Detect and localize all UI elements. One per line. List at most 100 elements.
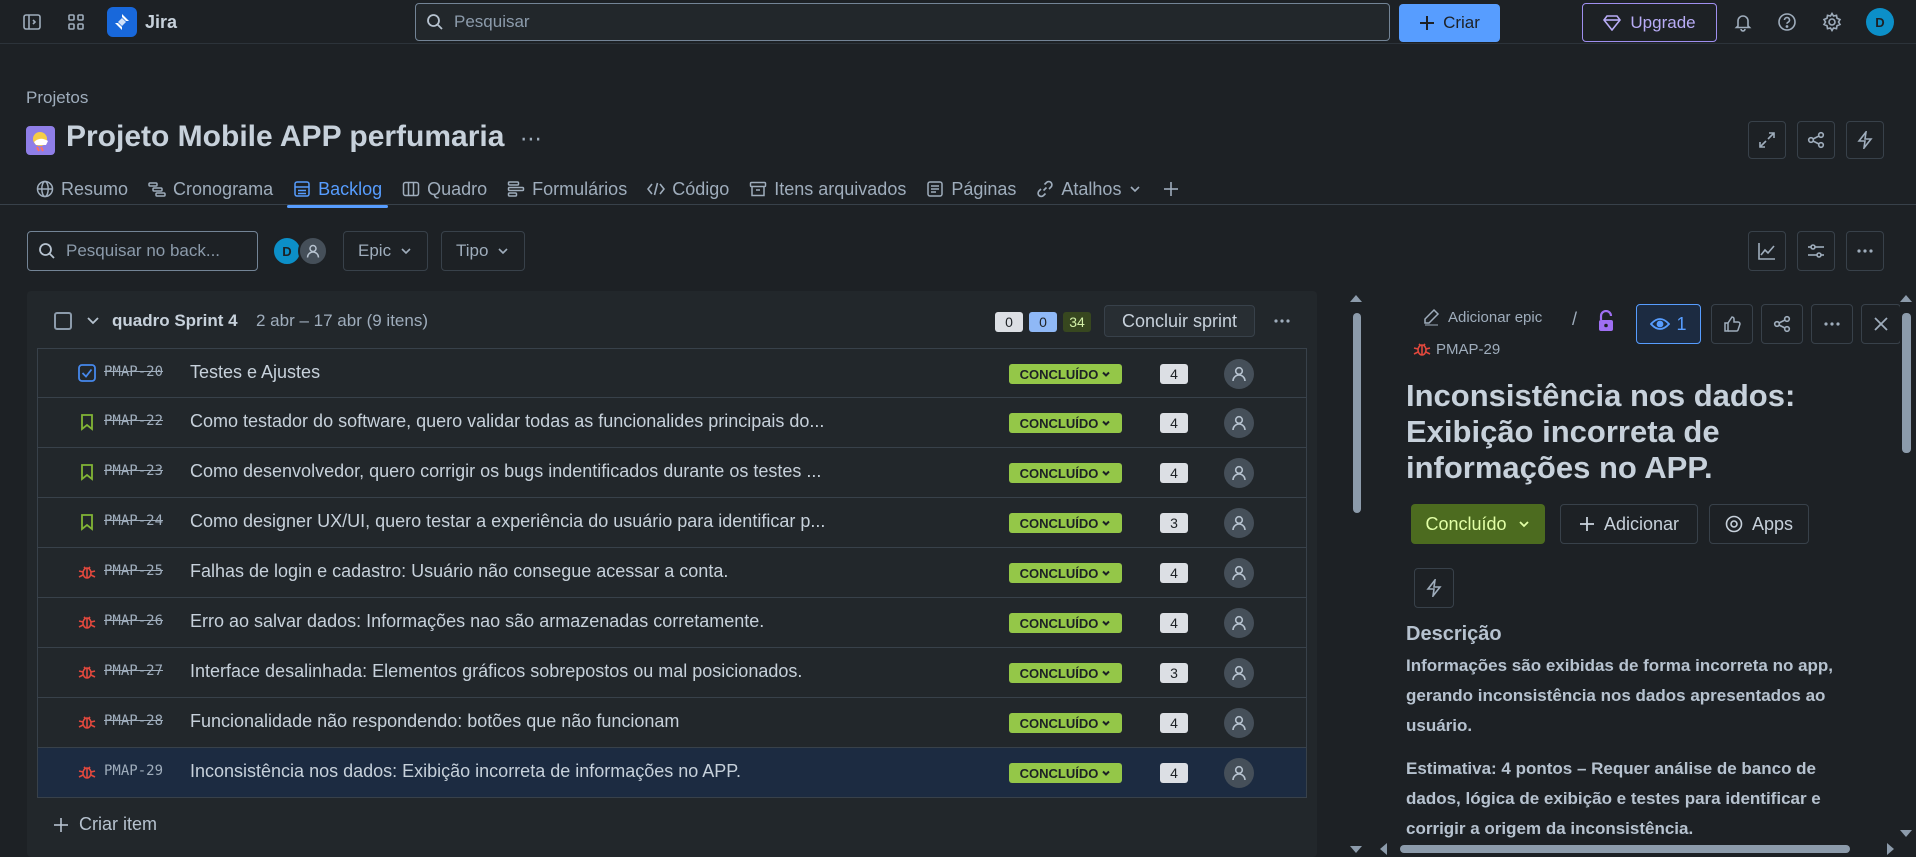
tab-cronograma[interactable]: Cronograma [138, 172, 283, 206]
description-paragraph[interactable]: Estimativa: 4 pontos – Requer análise de… [1406, 754, 1866, 844]
project-more-actions-icon[interactable]: ⋯ [520, 126, 543, 152]
expand-icon[interactable] [1748, 121, 1786, 159]
chevron-down-icon[interactable] [84, 312, 102, 330]
issue-summary[interactable]: Funcionalidade não respondendo: botões q… [190, 711, 679, 732]
scroll-right-arrow-icon[interactable] [1887, 843, 1894, 855]
detail-scrollbar-thumb[interactable] [1902, 313, 1911, 453]
issue-row[interactable]: PMAP-20 Testes e Ajustes CONCLUÍDO 4 [37, 348, 1307, 398]
unassigned-filter-avatar-icon[interactable] [298, 236, 328, 266]
tab-codigo[interactable]: Código [637, 172, 739, 206]
scroll-up-arrow-icon[interactable] [1900, 295, 1912, 302]
tab-paginas[interactable]: Páginas [916, 172, 1026, 206]
status-lozenge[interactable]: CONCLUÍDO [1009, 613, 1122, 633]
more-options-icon[interactable] [1846, 231, 1884, 271]
add-button[interactable]: Adicionar [1560, 504, 1698, 544]
issue-key[interactable]: PMAP-24 [104, 513, 163, 529]
insights-chart-icon[interactable] [1748, 231, 1786, 271]
issue-key-link[interactable]: PMAP-29 [1436, 341, 1500, 358]
status-dropdown[interactable]: Concluído [1411, 504, 1545, 544]
type-filter-dropdown[interactable]: Tipo [441, 231, 526, 271]
tab-resumo[interactable]: Resumo [26, 172, 138, 206]
status-lozenge[interactable]: CONCLUÍDO [1009, 513, 1122, 533]
issue-key[interactable]: PMAP-26 [104, 613, 163, 629]
issue-row[interactable]: PMAP-26 Erro ao salvar dados: Informações… [37, 598, 1307, 648]
tab-atalhos[interactable]: Atalhos [1026, 172, 1152, 206]
issue-summary[interactable]: Como desenvolvedor, quero corrigir os bu… [190, 461, 821, 482]
unassigned-avatar-icon[interactable] [1224, 658, 1254, 688]
story-points-badge[interactable]: 3 [1160, 663, 1188, 683]
view-settings-sliders-icon[interactable] [1797, 231, 1835, 271]
complete-sprint-button[interactable]: Concluir sprint [1104, 305, 1255, 337]
story-points-badge[interactable]: 4 [1160, 463, 1188, 483]
story-points-badge[interactable]: 4 [1160, 613, 1188, 633]
global-search-input[interactable]: Pesquisar [415, 3, 1390, 41]
sprint-select-checkbox[interactable] [54, 312, 72, 330]
status-lozenge[interactable]: CONCLUÍDO [1009, 563, 1122, 583]
share-icon[interactable] [1797, 121, 1835, 159]
sidebar-toggle-icon[interactable] [16, 6, 48, 38]
automation-bolt-icon[interactable] [1846, 121, 1884, 159]
issue-row[interactable]: PMAP-29 Inconsistência nos dados: Exibiçã… [37, 748, 1307, 798]
unassigned-avatar-icon[interactable] [1224, 758, 1254, 788]
scroll-up-arrow-icon[interactable] [1350, 295, 1362, 302]
story-points-badge[interactable]: 4 [1160, 563, 1188, 583]
issue-title[interactable]: Inconsistência nos dados: Exibição incor… [1406, 378, 1846, 486]
unassigned-avatar-icon[interactable] [1224, 508, 1254, 538]
status-lozenge[interactable]: CONCLUÍDO [1009, 463, 1122, 483]
story-points-badge[interactable]: 4 [1160, 763, 1188, 783]
issue-key[interactable]: PMAP-23 [104, 463, 163, 479]
like-thumbs-up-icon[interactable] [1711, 304, 1753, 344]
upgrade-button[interactable]: Upgrade [1582, 3, 1717, 42]
help-icon[interactable] [1771, 6, 1803, 38]
story-points-badge[interactable]: 4 [1160, 413, 1188, 433]
sprint-more-icon[interactable] [1266, 305, 1298, 337]
issue-summary[interactable]: Erro ao salvar dados: Informações nao sã… [190, 611, 764, 632]
notifications-bell-icon[interactable] [1727, 6, 1759, 38]
watchers-button[interactable]: 1 [1636, 304, 1701, 344]
issue-more-icon[interactable] [1811, 304, 1853, 344]
unassigned-avatar-icon[interactable] [1224, 708, 1254, 738]
tab-formularios[interactable]: Formulários [497, 172, 637, 206]
issue-row[interactable]: PMAP-28 Funcionalidade não respondendo: b… [37, 698, 1307, 748]
issue-key[interactable]: PMAP-29 [104, 763, 163, 779]
issue-row[interactable]: PMAP-25 Falhas de login e cadastro: Usuár… [37, 548, 1307, 598]
detail-horizontal-scrollbar[interactable] [1376, 843, 1898, 855]
settings-gear-icon[interactable] [1816, 6, 1848, 38]
share-icon[interactable] [1761, 304, 1803, 344]
issue-summary[interactable]: Falhas de login e cadastro: Usuário não … [190, 561, 728, 582]
add-epic-link[interactable]: Adicionar epic [1422, 308, 1542, 326]
app-name[interactable]: Jira [145, 12, 177, 33]
issue-row[interactable]: PMAP-23 Como desenvolvedor, quero corrigi… [37, 448, 1307, 498]
unassigned-avatar-icon[interactable] [1224, 458, 1254, 488]
unassigned-avatar-icon[interactable] [1224, 359, 1254, 389]
horizontal-scrollbar-thumb[interactable] [1400, 845, 1850, 853]
story-points-badge[interactable]: 4 [1160, 713, 1188, 733]
status-lozenge[interactable]: CONCLUÍDO [1009, 713, 1122, 733]
issue-key[interactable]: PMAP-27 [104, 663, 163, 679]
scroll-down-arrow-icon[interactable] [1350, 846, 1362, 853]
issue-row[interactable]: PMAP-27 Interface desalinhada: Elementos … [37, 648, 1307, 698]
epic-filter-dropdown[interactable]: Epic [343, 231, 429, 271]
breadcrumb-projects[interactable]: Projetos [26, 88, 88, 108]
unassigned-avatar-icon[interactable] [1224, 608, 1254, 638]
issue-key[interactable]: PMAP-22 [104, 413, 163, 429]
add-tab-button[interactable] [1152, 172, 1190, 206]
issue-row[interactable]: PMAP-24 Como designer UX/UI, quero testar… [37, 498, 1307, 548]
description-paragraph[interactable]: Informações são exibidas de forma incorr… [1406, 651, 1866, 741]
issue-key[interactable]: PMAP-20 [104, 364, 163, 380]
backlog-search-input[interactable]: Pesquisar no back... [27, 231, 258, 271]
issue-row[interactable]: PMAP-22 Como testador do software, quero … [37, 398, 1307, 448]
status-lozenge[interactable]: CONCLUÍDO [1009, 763, 1122, 783]
backlog-scrollbar-thumb[interactable] [1353, 313, 1361, 513]
issue-summary[interactable]: Testes e Ajustes [190, 362, 320, 383]
create-item-button[interactable]: Criar item [52, 814, 157, 835]
status-lozenge[interactable]: CONCLUÍDO [1009, 364, 1122, 384]
story-points-badge[interactable]: 3 [1160, 513, 1188, 533]
issue-summary[interactable]: Como testador do software, quero validar… [190, 411, 824, 432]
tab-itens-arquivados[interactable]: Itens arquivados [739, 172, 916, 206]
sprint-name[interactable]: quadro Sprint 4 [112, 311, 238, 331]
app-switcher-icon[interactable] [60, 6, 92, 38]
issue-key[interactable]: PMAP-25 [104, 563, 163, 579]
tab-backlog[interactable]: Backlog [283, 172, 392, 208]
unassigned-avatar-icon[interactable] [1224, 558, 1254, 588]
